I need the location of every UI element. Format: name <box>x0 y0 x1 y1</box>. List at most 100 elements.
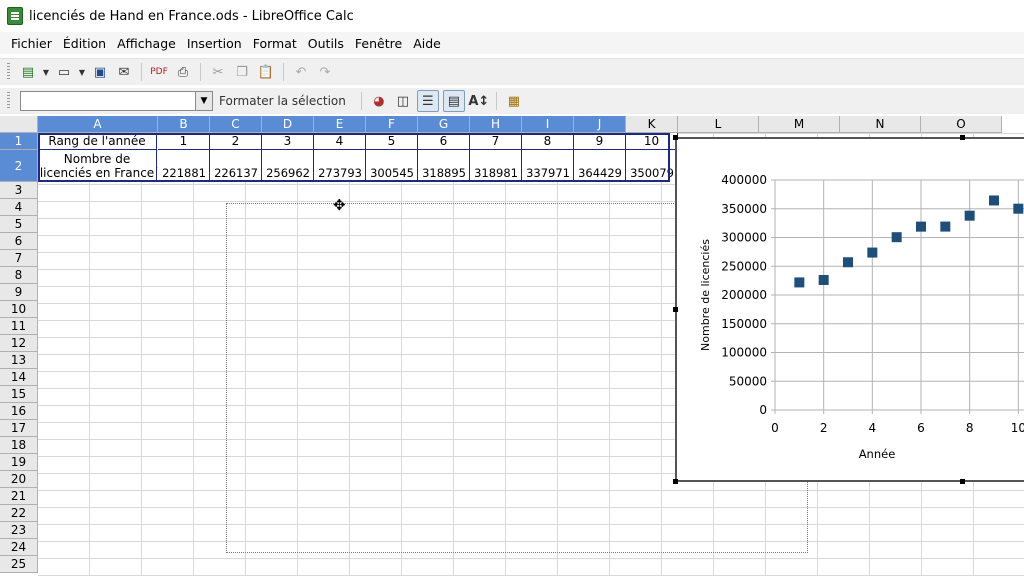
row-header-24[interactable]: 24 <box>0 539 38 556</box>
scale-text-icon[interactable]: A↕ <box>468 91 489 111</box>
save-icon[interactable]: ▣ <box>90 62 110 82</box>
column-header-a[interactable]: A <box>38 116 158 133</box>
row-header-21[interactable]: 21 <box>0 488 38 505</box>
column-header-m[interactable]: M <box>759 116 840 133</box>
row-header-15[interactable]: 15 <box>0 386 38 403</box>
row-header-5[interactable]: 5 <box>0 216 38 233</box>
row-header-8[interactable]: 8 <box>0 267 38 284</box>
row-header-6[interactable]: 6 <box>0 233 38 250</box>
cell-f1[interactable]: 5 <box>366 133 418 150</box>
cell-e1[interactable]: 4 <box>314 133 366 150</box>
row-header-13[interactable]: 13 <box>0 352 38 369</box>
cell-f2[interactable]: 300545 <box>366 150 418 182</box>
column-header-d[interactable]: D <box>262 116 314 133</box>
cell-h1[interactable]: 7 <box>470 133 522 150</box>
column-header-n[interactable]: N <box>840 116 921 133</box>
row-header-9[interactable]: 9 <box>0 284 38 301</box>
chart-data-table-icon[interactable]: ▦ <box>504 91 524 111</box>
copy-icon[interactable]: ❐ <box>232 62 252 82</box>
redo-icon[interactable]: ↷ <box>315 62 335 82</box>
horizontal-grid-icon[interactable]: ☰ <box>416 90 439 112</box>
row-header-22[interactable]: 22 <box>0 505 38 522</box>
chart-resize-handle[interactable] <box>960 135 965 140</box>
row-header-17[interactable]: 17 <box>0 420 38 437</box>
cell-c2[interactable]: 226137 <box>210 150 262 182</box>
row-header-14[interactable]: 14 <box>0 369 38 386</box>
column-header-l[interactable]: L <box>678 116 759 133</box>
cell-e2[interactable]: 273793 <box>314 150 366 182</box>
cell-d1[interactable]: 3 <box>262 133 314 150</box>
cell-k2[interactable]: 350079 <box>626 150 678 182</box>
cell-g1[interactable]: 6 <box>418 133 470 150</box>
cell-b1[interactable]: 1 <box>158 133 210 150</box>
menu-aide[interactable]: Aide <box>413 36 441 51</box>
column-header-i[interactable]: I <box>522 116 574 133</box>
cell-j2[interactable]: 364429 <box>574 150 626 182</box>
menu-format[interactable]: Format <box>253 36 297 51</box>
new-dropdown-icon[interactable]: ▼ <box>42 62 50 82</box>
chart-resize-handle[interactable] <box>960 479 965 484</box>
chart-type-icon[interactable]: ◕ <box>369 91 389 111</box>
cell-g2[interactable]: 318895 <box>418 150 470 182</box>
chart-resize-handle[interactable] <box>673 479 678 484</box>
chart-resize-handle[interactable] <box>673 307 678 312</box>
export-pdf-icon[interactable]: PDF <box>149 62 169 82</box>
column-header-b[interactable]: B <box>158 116 210 133</box>
row-header-4[interactable]: 4 <box>0 199 38 216</box>
cell-c1[interactable]: 2 <box>210 133 262 150</box>
column-header-e[interactable]: E <box>314 116 366 133</box>
print-icon[interactable]: ⎙ <box>173 62 193 82</box>
chevron-down-icon[interactable]: ▼ <box>196 91 213 111</box>
column-header-c[interactable]: C <box>210 116 262 133</box>
cell-j1[interactable]: 9 <box>574 133 626 150</box>
open-folder-icon[interactable]: ▭ <box>54 62 74 82</box>
column-header-k[interactable]: K <box>626 116 678 133</box>
row-header-19[interactable]: 19 <box>0 454 38 471</box>
row-header-2[interactable]: 2 <box>0 150 38 182</box>
row-header-16[interactable]: 16 <box>0 403 38 420</box>
cell-h2[interactable]: 318981 <box>470 150 522 182</box>
cell-i2[interactable]: 337971 <box>522 150 574 182</box>
chart-resize-handle[interactable] <box>673 135 678 140</box>
cut-icon[interactable]: ✂ <box>208 62 228 82</box>
row-header-1[interactable]: 1 <box>0 133 38 150</box>
column-header-h[interactable]: H <box>470 116 522 133</box>
open-dropdown-icon[interactable]: ▼ <box>78 62 86 82</box>
menu-edition[interactable]: Édition <box>63 36 106 51</box>
cell-d2[interactable]: 256962 <box>262 150 314 182</box>
toolbar-grip[interactable] <box>7 63 10 81</box>
new-document-icon[interactable]: ▤ <box>18 62 38 82</box>
chart-object[interactable]: 0 50000 100000 150000 200000 250000 300000 3500… <box>675 137 1024 482</box>
menu-affichage[interactable]: Affichage <box>117 36 176 51</box>
email-icon[interactable]: ✉ <box>114 62 134 82</box>
paste-icon[interactable]: 📋 <box>256 62 276 82</box>
row-header-11[interactable]: 11 <box>0 318 38 335</box>
toolbar-grip[interactable] <box>7 92 10 110</box>
row-header-7[interactable]: 7 <box>0 250 38 267</box>
menu-insertion[interactable]: Insertion <box>187 36 242 51</box>
chart-area-icon[interactable]: ◫ <box>393 91 413 111</box>
row-header-10[interactable]: 10 <box>0 301 38 318</box>
row-header-18[interactable]: 18 <box>0 437 38 454</box>
chart-element-select[interactable] <box>20 91 196 111</box>
row-header-23[interactable]: 23 <box>0 522 38 539</box>
menu-outils[interactable]: Outils <box>308 36 344 51</box>
column-header-j[interactable]: J <box>574 116 626 133</box>
row-header-12[interactable]: 12 <box>0 335 38 352</box>
row-header-20[interactable]: 20 <box>0 471 38 488</box>
column-header-f[interactable]: F <box>366 116 418 133</box>
cell-a1[interactable]: Rang de l'année <box>38 133 157 150</box>
column-header-g[interactable]: G <box>418 116 470 133</box>
cell-i1[interactable]: 8 <box>522 133 574 150</box>
menu-fenetre[interactable]: Fenêtre <box>355 36 402 51</box>
cell-b2[interactable]: 221881 <box>158 150 210 182</box>
column-header-o[interactable]: O <box>921 116 1002 133</box>
legend-icon[interactable]: ▤ <box>442 90 465 112</box>
cell-a2[interactable]: Nombre de licenciés en France <box>38 150 157 182</box>
row-header-25[interactable]: 25 <box>0 556 38 573</box>
cell-k1[interactable]: 10 <box>626 133 678 150</box>
select-all-corner[interactable] <box>0 116 38 133</box>
scatter-chart[interactable]: 0 50000 100000 150000 200000 250000 300000 3500… <box>677 139 1024 480</box>
row-header-3[interactable]: 3 <box>0 182 38 199</box>
menu-fichier[interactable]: Fichier <box>11 36 52 51</box>
